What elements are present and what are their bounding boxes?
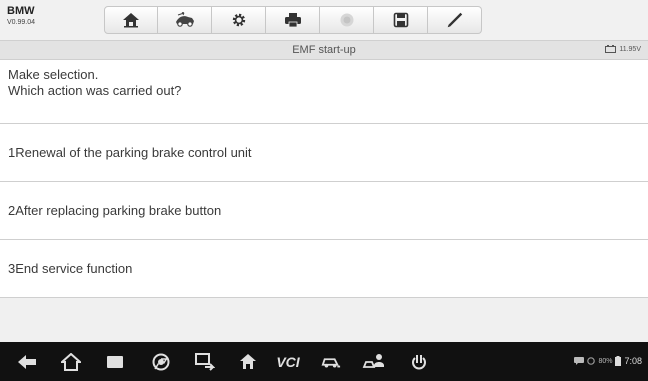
page-title: EMF start-up — [292, 44, 356, 56]
remote-desk-button[interactable] — [362, 352, 386, 372]
page-title-bar: EMF start-up 11.95V — [0, 41, 648, 60]
power-button[interactable] — [409, 352, 429, 372]
edit-button[interactable] — [428, 6, 482, 34]
battery-percentage: 80% — [598, 357, 613, 365]
home-nav-button[interactable] — [61, 352, 81, 372]
option-end-service-function[interactable]: 3End service function — [0, 240, 648, 296]
option-after-replacing-parking-brake-button[interactable]: 2After replacing parking brake button — [0, 182, 648, 238]
help-button[interactable] — [320, 6, 374, 34]
battery-icon — [615, 356, 622, 366]
vehicle-swap-icon — [175, 12, 194, 27]
screen-cast-button[interactable] — [195, 352, 215, 372]
maxisys-home-icon — [240, 354, 256, 369]
brand-block: BMW V0.99.04 — [7, 5, 35, 28]
selection-prompt: Make selection. Which action was carried… — [8, 67, 181, 99]
save-button[interactable] — [374, 6, 428, 34]
empty-area — [0, 298, 648, 342]
print-icon — [284, 13, 301, 28]
vci-button[interactable]: VCI — [274, 352, 302, 372]
software-version: V0.99.04 — [7, 19, 36, 26]
power-icon — [412, 355, 426, 370]
message-icon — [574, 357, 585, 365]
prompt-line-2: Which action was carried out? — [8, 83, 182, 98]
back-icon — [18, 355, 36, 369]
car-shortcut-button[interactable] — [321, 352, 341, 372]
recent-apps-icon — [107, 356, 123, 368]
settings-icon — [232, 13, 245, 27]
help-icon — [340, 13, 353, 27]
function-toolbar — [104, 6, 482, 34]
home-button[interactable] — [104, 6, 158, 34]
vehicle-swap-button[interactable] — [158, 6, 212, 34]
prompt-line-1: Make selection. — [8, 67, 99, 82]
clock: 7:08 — [624, 356, 642, 366]
remote-desk-icon — [362, 354, 384, 368]
car-battery-icon — [605, 45, 617, 53]
wifi-icon — [587, 357, 596, 365]
status-area: 80% 7:08 — [574, 356, 642, 366]
option-renewal-parking-brake-control-unit[interactable]: 1Renewal of the parking brake control un… — [0, 124, 648, 180]
print-button[interactable] — [266, 6, 320, 34]
chrome-button[interactable] — [151, 352, 171, 372]
battery-voltage-indicator: 11.95V — [605, 45, 641, 53]
car-shortcut-icon — [321, 358, 341, 368]
chrome-icon — [152, 353, 170, 371]
edit-icon — [447, 12, 462, 28]
back-button[interactable] — [17, 352, 37, 372]
recent-apps-button[interactable] — [105, 352, 125, 372]
home-icon — [61, 353, 81, 371]
top-toolbar: BMW V0.99.04 — [0, 0, 648, 41]
home-icon — [123, 13, 139, 28]
save-icon — [393, 12, 408, 28]
maxisys-home-button[interactable] — [238, 352, 258, 372]
screen-cast-icon — [195, 353, 215, 371]
battery-voltage-value: 11.95V — [619, 45, 641, 53]
settings-button[interactable] — [212, 6, 266, 34]
system-navigation-bar: VCI 80% 7:08 — [0, 342, 648, 381]
brand-name: BMW — [7, 5, 35, 17]
